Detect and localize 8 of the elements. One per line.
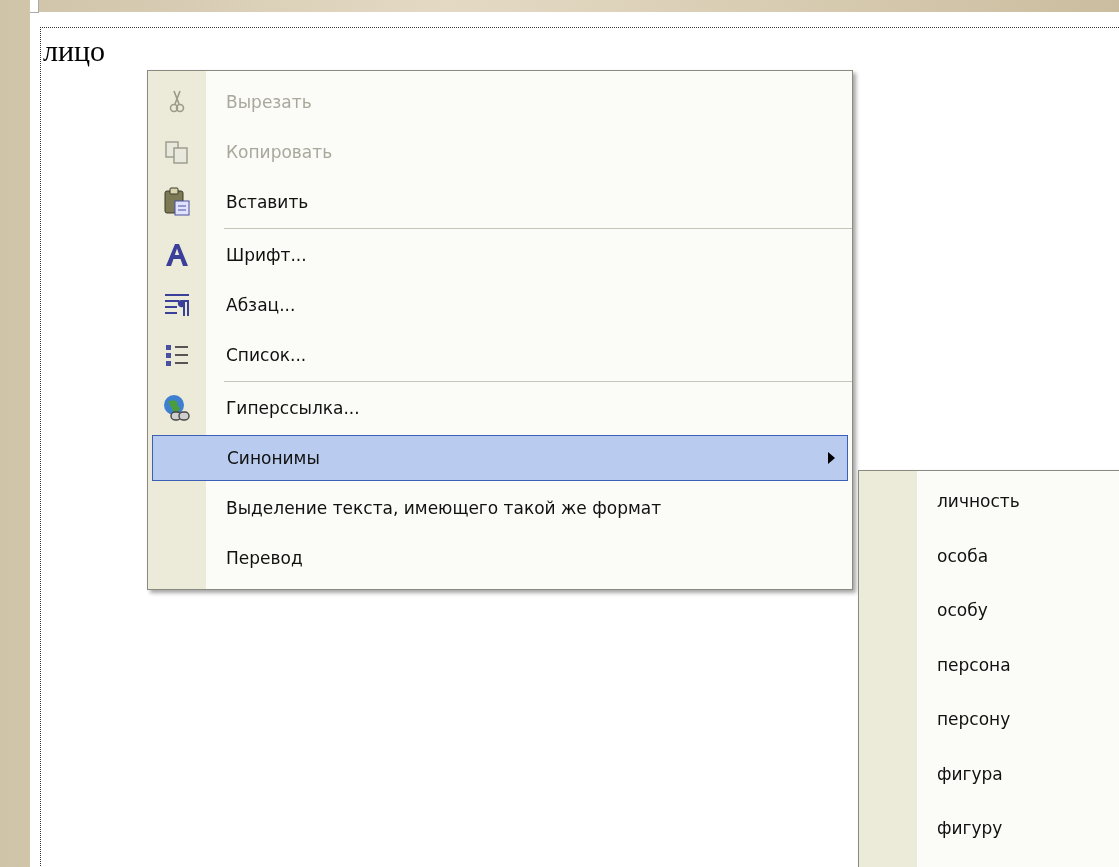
letter-a-icon	[163, 242, 191, 268]
paragraph-icon	[163, 292, 191, 318]
menu-item[interactable]: Синонимы	[152, 435, 848, 481]
globe-link-icon	[162, 393, 192, 423]
document-text: лицо	[43, 34, 106, 68]
clipboard-icon	[163, 187, 191, 217]
copy-icon	[164, 140, 190, 164]
bullet-list-icon	[164, 342, 190, 368]
